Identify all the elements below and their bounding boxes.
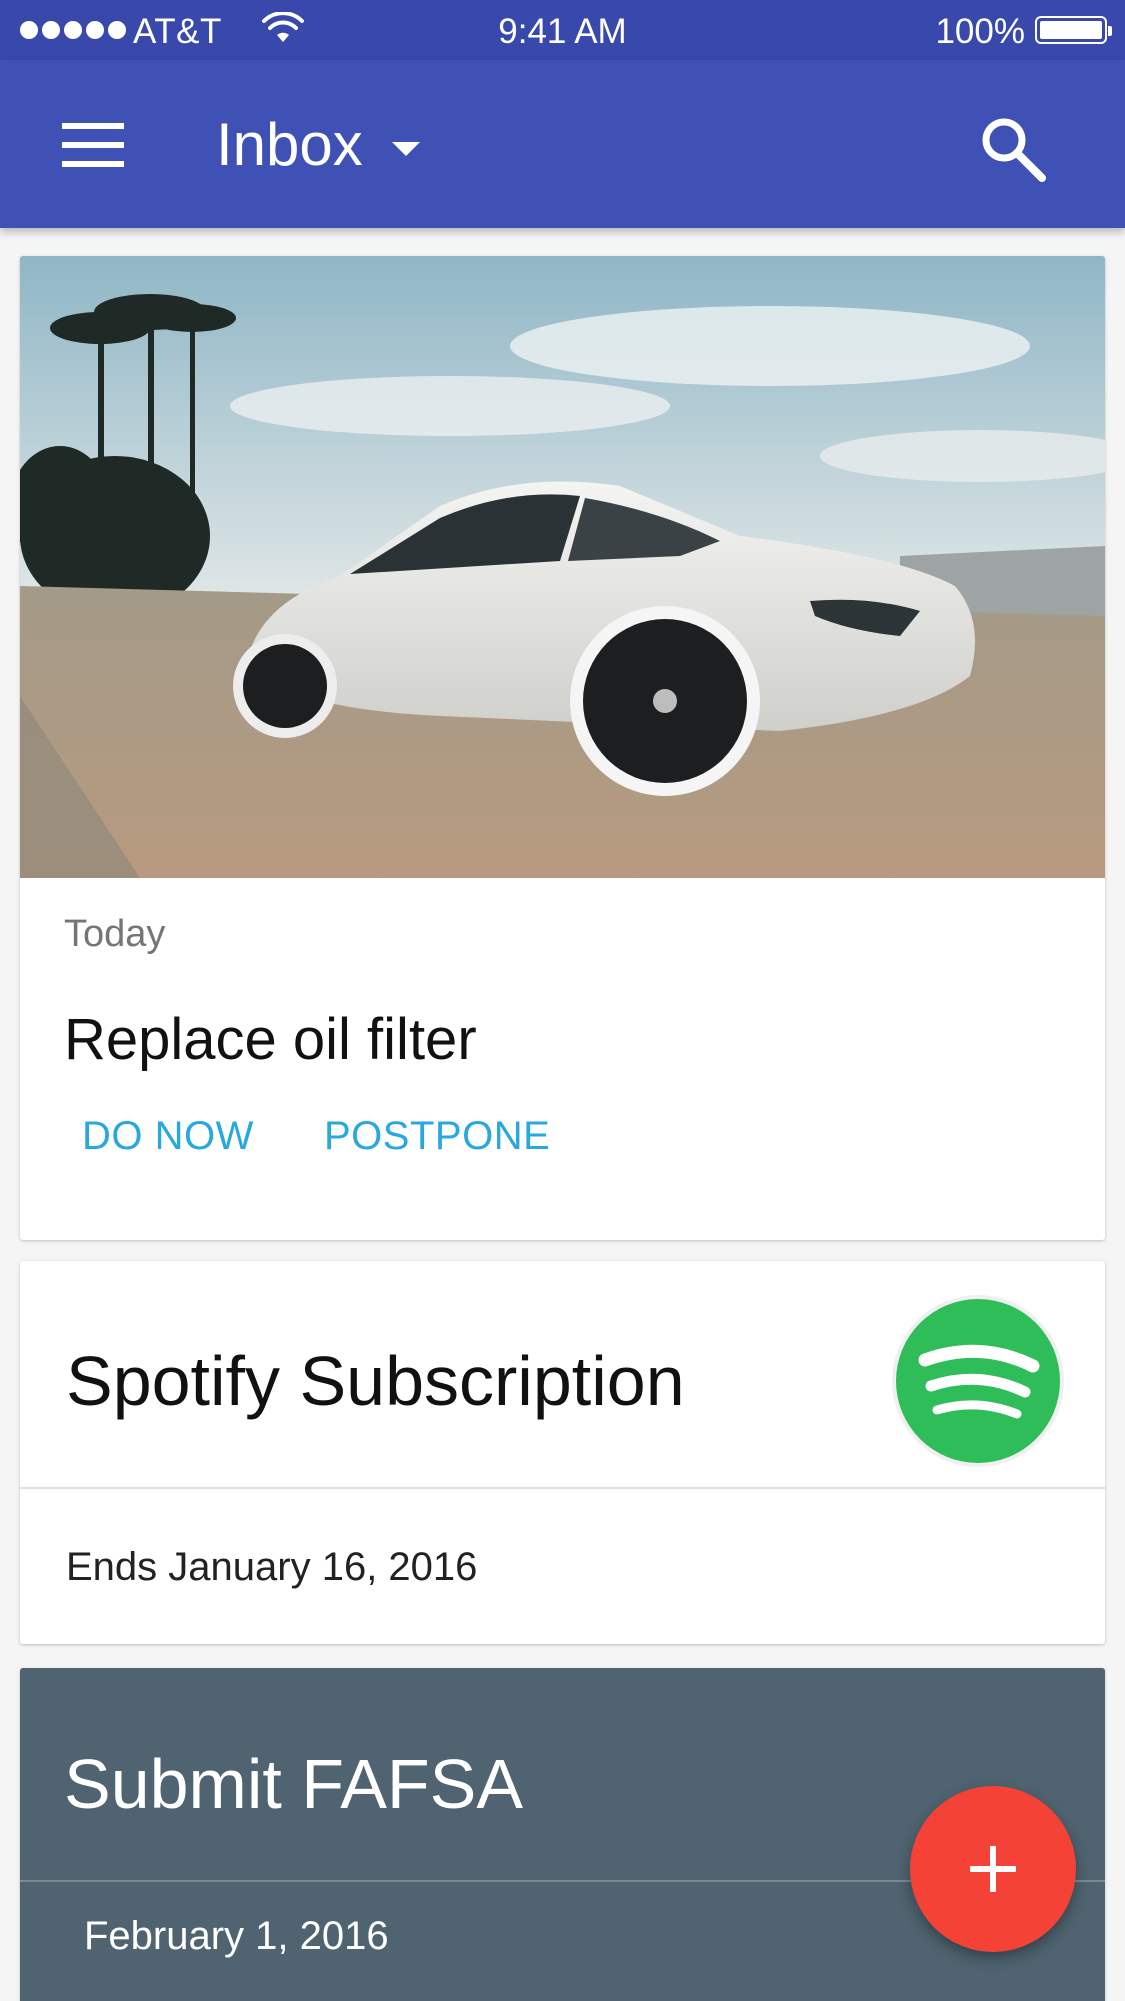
spotify-logo-icon [892,1295,1064,1467]
status-bar: AT&T 9:41 AM 100% [0,0,1125,60]
battery-icon [1035,16,1112,44]
caret-down-icon[interactable] [392,142,420,156]
fafsa-due-date: February 1, 2016 [84,1914,389,1958]
inbox-title[interactable]: Inbox [216,110,363,179]
oil-filter-card[interactable]: Today Replace oil filter DO NOW POSTPONE [20,256,1105,1240]
compose-fab-button[interactable] [910,1786,1076,1952]
due-date: Today [64,913,166,955]
fafsa-title: Submit FAFSA [64,1745,524,1823]
hamburger-menu-icon[interactable] [62,123,124,167]
car-hero-image [20,256,1105,878]
card-divider [20,1487,1105,1489]
subscription-end-date: Ends January 16, 2016 [66,1545,478,1589]
search-icon[interactable] [978,114,1048,184]
app-bar: Inbox [0,60,1125,228]
subscription-title: Spotify Subscription [66,1342,685,1420]
spotify-subscription-card[interactable]: Spotify Subscription Ends January 16, 20… [20,1261,1105,1644]
task-title: Replace oil filter [64,1007,477,1072]
postpone-button[interactable]: POSTPONE [324,1114,550,1159]
battery-percent: 100% [935,12,1025,51]
do-now-button[interactable]: DO NOW [82,1114,254,1159]
